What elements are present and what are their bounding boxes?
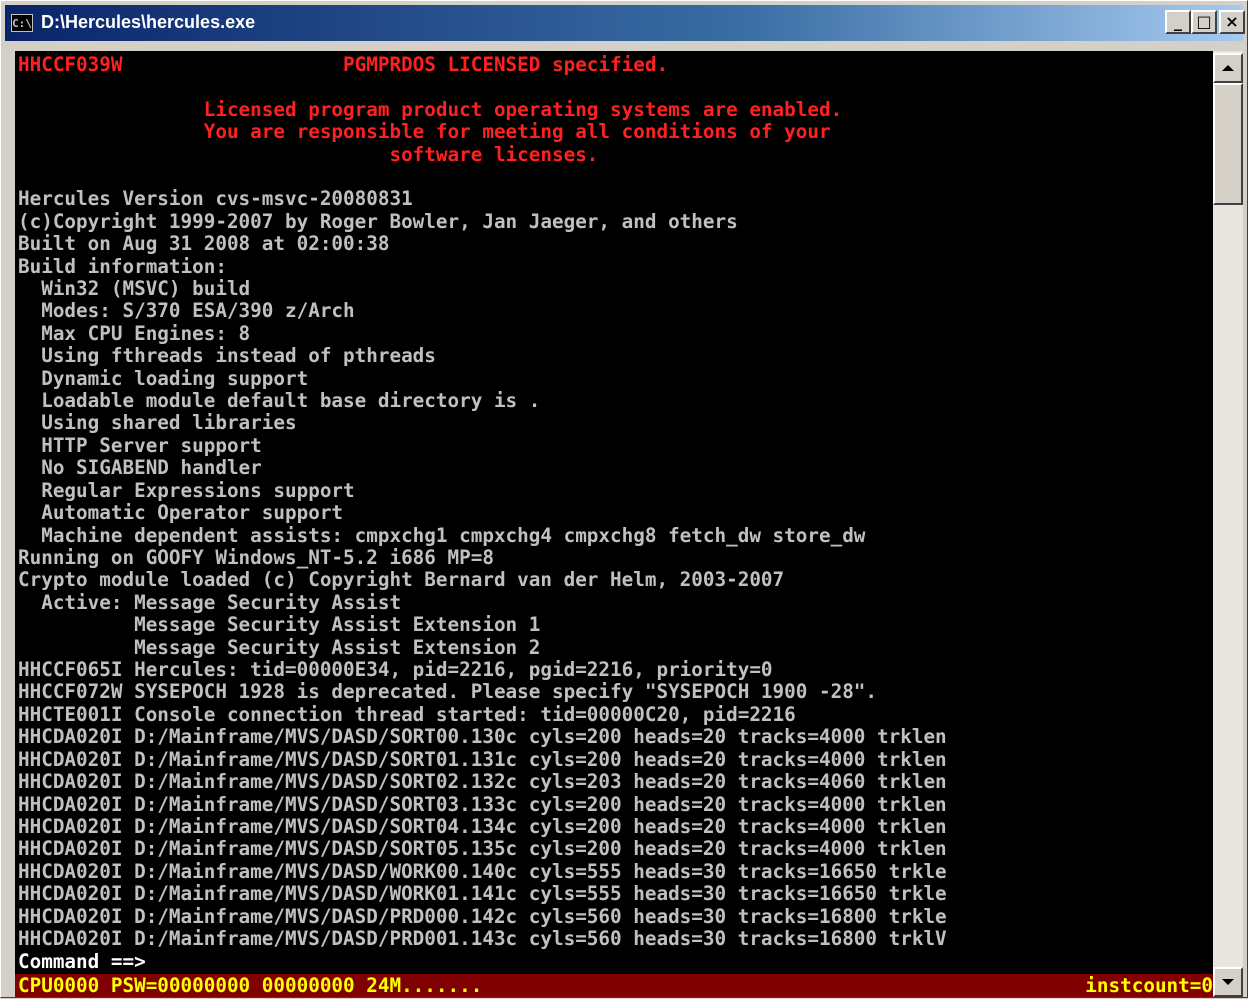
console-line: No SIGABEND handler bbox=[18, 456, 262, 479]
console-line: HHCTE001I Console connection thread star… bbox=[18, 703, 796, 726]
close-button[interactable]: × bbox=[1219, 10, 1245, 34]
console-line: HHCDA020I D:/Mainframe/MVS/DASD/SORT00.1… bbox=[18, 725, 947, 748]
console-line: Dynamic loading support bbox=[18, 367, 309, 390]
instcount-status: instcount=0 bbox=[1085, 974, 1213, 997]
console-line: HTTP Server support bbox=[18, 434, 262, 457]
console-line: Using shared libraries bbox=[18, 411, 297, 434]
console-line: Max CPU Engines: 8 bbox=[18, 322, 251, 345]
console-line: HHCDA020I D:/Mainframe/MVS/DASD/SORT02.1… bbox=[18, 770, 947, 793]
scroll-thumb[interactable] bbox=[1213, 83, 1243, 205]
console-icon[interactable]: C:\ bbox=[11, 14, 33, 32]
maximize-button[interactable]: □ bbox=[1191, 10, 1217, 34]
console-line: Machine dependent assists: cmpxchg1 cmpx… bbox=[18, 524, 866, 547]
console-window: C:\ D:\Hercules\hercules.exe _ □ × HHCCF… bbox=[0, 0, 1248, 998]
console-line: Regular Expressions support bbox=[18, 479, 355, 502]
console-line: HHCDA020I D:/Mainframe/MVS/DASD/PRD001.1… bbox=[18, 927, 947, 950]
console-line: HHCDA020I D:/Mainframe/MVS/DASD/PRD000.1… bbox=[18, 905, 947, 928]
console-line: HHCDA020I D:/Mainframe/MVS/DASD/SORT03.1… bbox=[18, 793, 947, 816]
arrow-up-icon bbox=[1222, 65, 1234, 71]
console-line: HHCCF072W SYSEPOCH 1928 is deprecated. P… bbox=[18, 680, 878, 703]
console-line: Hercules Version cvs-msvc-20080831 bbox=[18, 187, 413, 210]
console-output[interactable]: HHCCF039W PGMPRDOS LICENSED specified. L… bbox=[15, 51, 1213, 997]
minimize-button[interactable]: _ bbox=[1165, 10, 1191, 34]
title-bar[interactable]: C:\ D:\Hercules\hercules.exe _ □ × bbox=[5, 5, 1245, 41]
console-line: You are responsible for meeting all cond… bbox=[18, 120, 831, 143]
console-line: Build information: bbox=[18, 255, 227, 278]
console-line: Message Security Assist Extension 1 bbox=[18, 613, 541, 636]
console-line: HHCDA020I D:/Mainframe/MVS/DASD/SORT04.1… bbox=[18, 815, 947, 838]
console-line: HHCCF065I Hercules: tid=00000E34, pid=22… bbox=[18, 658, 773, 681]
arrow-down-icon bbox=[1222, 979, 1234, 985]
console-line: Automatic Operator support bbox=[18, 501, 344, 524]
console-line: Loadable module default base directory i… bbox=[18, 389, 541, 412]
console-line: Win32 (MSVC) build bbox=[18, 277, 251, 300]
command-input[interactable]: Command ==> bbox=[18, 950, 146, 973]
psw-status: CPU0000 PSW=00000000 00000000 24M....... bbox=[18, 974, 483, 997]
console-line: HHCDA020I D:/Mainframe/MVS/DASD/WORK01.1… bbox=[18, 882, 947, 905]
console-line: HHCDA020I D:/Mainframe/MVS/DASD/WORK00.1… bbox=[18, 860, 947, 883]
console-line: HHCCF039W PGMPRDOS LICENSED specified. bbox=[18, 53, 669, 76]
console-line: HHCDA020I D:/Mainframe/MVS/DASD/SORT05.1… bbox=[18, 837, 947, 860]
scroll-up-button[interactable] bbox=[1213, 53, 1243, 83]
window-title: D:\Hercules\hercules.exe bbox=[41, 12, 256, 32]
console-line: (c)Copyright 1999-2007 by Roger Bowler, … bbox=[18, 210, 738, 233]
console-line: Using fthreads instead of pthreads bbox=[18, 344, 436, 367]
console-line: Running on GOOFY Windows_NT-5.2 i686 MP=… bbox=[18, 546, 494, 569]
console-line: Built on Aug 31 2008 at 02:00:38 bbox=[18, 232, 390, 255]
console-line: Modes: S/370 ESA/390 z/Arch bbox=[18, 299, 355, 322]
console-line: Message Security Assist Extension 2 bbox=[18, 636, 541, 659]
vertical-scrollbar[interactable] bbox=[1213, 51, 1243, 997]
console-line: Active: Message Security Assist bbox=[18, 591, 402, 614]
console-line: HHCDA020I D:/Mainframe/MVS/DASD/SORT01.1… bbox=[18, 748, 947, 771]
console-line: Licensed program product operating syste… bbox=[18, 98, 843, 121]
console-line: Crypto module loaded (c) Copyright Berna… bbox=[18, 568, 785, 591]
console-line: software licenses. bbox=[18, 143, 599, 166]
status-bar: CPU0000 PSW=00000000 00000000 24M.......… bbox=[15, 974, 1213, 997]
scroll-down-button[interactable] bbox=[1213, 967, 1243, 997]
